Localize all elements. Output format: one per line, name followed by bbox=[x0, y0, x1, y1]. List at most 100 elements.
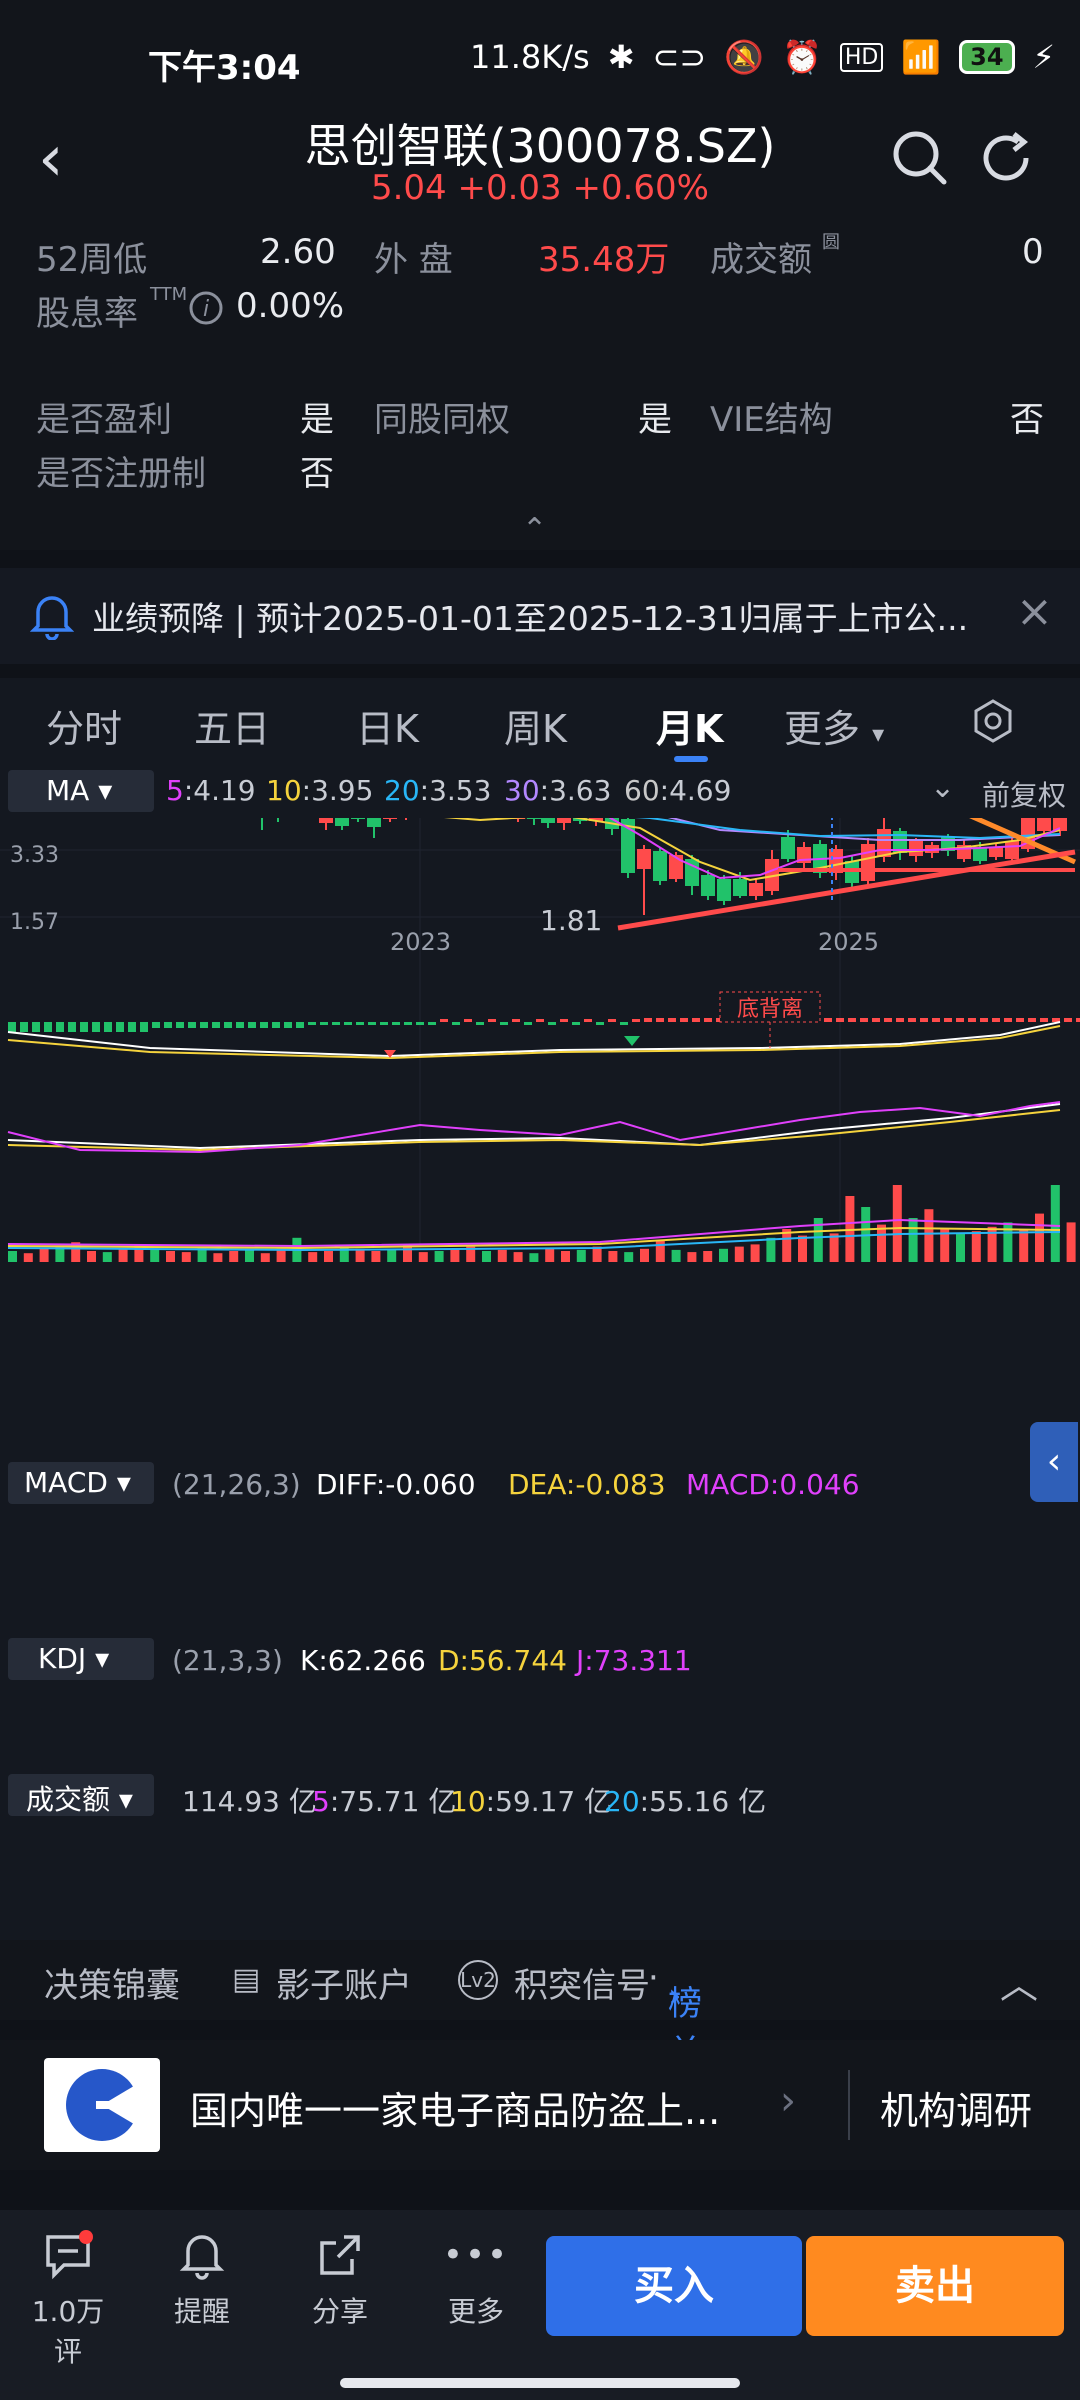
shadow-account-link[interactable]: 影子账户 bbox=[276, 1958, 412, 2007]
volume-bar bbox=[418, 1252, 428, 1262]
macd-bar bbox=[44, 1022, 52, 1032]
tab-more-label: 更多 bbox=[784, 707, 861, 751]
macd-bar bbox=[944, 1018, 952, 1022]
macd-bar bbox=[824, 1018, 832, 1022]
announcement-banner[interactable]: 业绩预降 | 预计2025-01-01至2025-12-31归属于上市公... … bbox=[0, 568, 1080, 664]
kdj-d: D:56.744 bbox=[438, 1644, 567, 1677]
company-promo[interactable]: 国内唯一一家电子商品防盗上... › 机构调研 bbox=[0, 2040, 1080, 2170]
share-icon bbox=[290, 2220, 390, 2290]
divider bbox=[848, 2070, 850, 2140]
lv2-badge-icon: Lv2 bbox=[458, 1960, 498, 2000]
refresh-icon[interactable] bbox=[978, 128, 1038, 188]
macd-bar bbox=[260, 1022, 268, 1028]
chevron-right-icon: › bbox=[780, 2078, 796, 2124]
macd-bar bbox=[476, 1022, 484, 1025]
candlesticks bbox=[261, 818, 1067, 915]
promo-text[interactable]: 国内唯一一家电子商品防盗上... bbox=[190, 2080, 720, 2135]
volume-bar bbox=[924, 1209, 934, 1262]
volume-bar bbox=[1019, 1229, 1029, 1262]
volume-bar bbox=[260, 1253, 270, 1262]
kdj-selector[interactable]: KDJ ▾ bbox=[8, 1638, 154, 1680]
price-axis: 12.1510.388.626.865.103.331.5720232025 bbox=[10, 843, 879, 956]
macd-selector-label: MACD bbox=[24, 1466, 108, 1499]
macd-bar bbox=[668, 1018, 676, 1022]
signal-link[interactable]: 积突信号 bbox=[514, 1958, 650, 2007]
mute-icon: 🔕 bbox=[724, 38, 764, 76]
macd-bar bbox=[104, 1022, 112, 1032]
kline-chart[interactable]: 8.601.81加自选 12.1510.388.626.865.103.331.… bbox=[0, 818, 1080, 1940]
collapse-up-icon[interactable]: ︿ bbox=[1000, 1954, 1038, 2009]
bluetooth-icon: ✱ bbox=[607, 38, 635, 76]
value-same-rights: 是 bbox=[638, 400, 672, 440]
remind-button[interactable]: 提醒 bbox=[152, 2220, 252, 2330]
sell-button[interactable]: 卖出 bbox=[806, 2236, 1064, 2336]
kdj-selector-label: KDJ bbox=[38, 1642, 87, 1675]
macd-bar bbox=[920, 1018, 928, 1022]
search-icon[interactable] bbox=[890, 128, 950, 188]
macd-bar bbox=[908, 1018, 916, 1022]
tab-intraday[interactable]: 分时 bbox=[46, 698, 122, 753]
macd-bar bbox=[896, 1018, 904, 1022]
macd-selector[interactable]: MACD ▾ bbox=[8, 1462, 154, 1504]
side-panel-toggle-icon[interactable]: ‹ bbox=[1030, 1422, 1078, 1502]
label-52w-low: 52周低 bbox=[36, 240, 148, 280]
info-icon[interactable]: i bbox=[188, 290, 224, 326]
ma-selector-label: MA bbox=[46, 774, 90, 807]
macd-diff: DIFF:-0.060 bbox=[316, 1468, 476, 1501]
volume-bar bbox=[671, 1249, 681, 1262]
volume-bar bbox=[877, 1224, 886, 1262]
tab-more[interactable]: 更多 ▾ bbox=[784, 698, 884, 753]
ma20-legend: 20:3.53 bbox=[384, 774, 491, 807]
volume-bar bbox=[687, 1252, 697, 1262]
tab-monthly-k[interactable]: 月K bbox=[656, 698, 723, 753]
close-icon[interactable]: × bbox=[1016, 586, 1053, 637]
volume-ma10-key: 10 bbox=[450, 1785, 486, 1818]
more-dots-icon: ••• bbox=[442, 2235, 510, 2275]
comments-button[interactable]: 1.0万评 bbox=[18, 2220, 118, 2370]
volume-total: 114.93 亿 bbox=[182, 1785, 317, 1818]
label-outer-volume: 外 盘 bbox=[374, 240, 453, 280]
collapse-chevron-icon[interactable]: ⌃ bbox=[522, 512, 547, 547]
candle-body bbox=[367, 818, 381, 827]
macd-bar bbox=[572, 1022, 580, 1025]
feature-strip: 决策锦囊 ▤ 影子账户 Lv2 积突信号 · 榜单 › ︿ bbox=[0, 1940, 1080, 2073]
tab-daily-k[interactable]: 日K bbox=[356, 698, 419, 753]
volume-bar bbox=[497, 1249, 507, 1262]
more-button[interactable]: ••• 更多 bbox=[426, 2220, 526, 2330]
home-indicator[interactable] bbox=[340, 2378, 740, 2388]
volume-bar bbox=[608, 1251, 618, 1262]
announcement-text[interactable]: 业绩预降 | 预计2025-01-01至2025-12-31归属于上市公... bbox=[92, 592, 992, 640]
svg-text:i: i bbox=[203, 297, 209, 322]
buy-button[interactable]: 买入 bbox=[546, 2236, 802, 2336]
macd-bar bbox=[356, 1022, 364, 1025]
volume-bar bbox=[892, 1185, 902, 1262]
label-registration: 是否注册制 bbox=[36, 454, 206, 494]
ma5-value: :4.19 bbox=[183, 774, 256, 807]
candle-body bbox=[335, 818, 349, 826]
expand-chevron-icon[interactable]: ⌄ bbox=[930, 770, 955, 805]
volume-ma20: 20:55.16 亿 bbox=[604, 1785, 767, 1818]
macd-bar bbox=[440, 1019, 448, 1022]
label-vie: VIE结构 bbox=[710, 400, 833, 440]
tab-five-day[interactable]: 五日 bbox=[194, 698, 270, 753]
candle-body bbox=[1005, 841, 1019, 859]
period-tabs: 分时 五日 日K 周K 月K 更多 ▾ bbox=[0, 678, 1080, 768]
volume-bar bbox=[450, 1248, 460, 1262]
ma-selector[interactable]: MA ▾ bbox=[8, 770, 154, 812]
volume-bar bbox=[213, 1253, 223, 1262]
chart-settings-icon[interactable] bbox=[970, 698, 1016, 744]
macd-dea-line bbox=[7, 1025, 1061, 1060]
value-outer-volume: 35.48万 bbox=[538, 240, 670, 280]
institution-research-link[interactable]: 机构调研 bbox=[880, 2080, 1032, 2135]
tab-weekly-k[interactable]: 周K bbox=[504, 698, 567, 753]
share-button[interactable]: 分享 bbox=[290, 2220, 390, 2330]
decision-kit-link[interactable]: 决策锦囊 bbox=[44, 1958, 180, 2007]
candle-body bbox=[877, 829, 891, 857]
macd-bar bbox=[80, 1022, 88, 1032]
adjust-mode[interactable]: 前复权 bbox=[982, 774, 1066, 814]
macd-bar bbox=[380, 1022, 388, 1025]
macd-bar bbox=[368, 1022, 376, 1025]
hd-icon: HD bbox=[839, 42, 884, 72]
macd-bar bbox=[524, 1022, 532, 1025]
volume-selector[interactable]: 成交额 ▾ bbox=[8, 1774, 154, 1816]
